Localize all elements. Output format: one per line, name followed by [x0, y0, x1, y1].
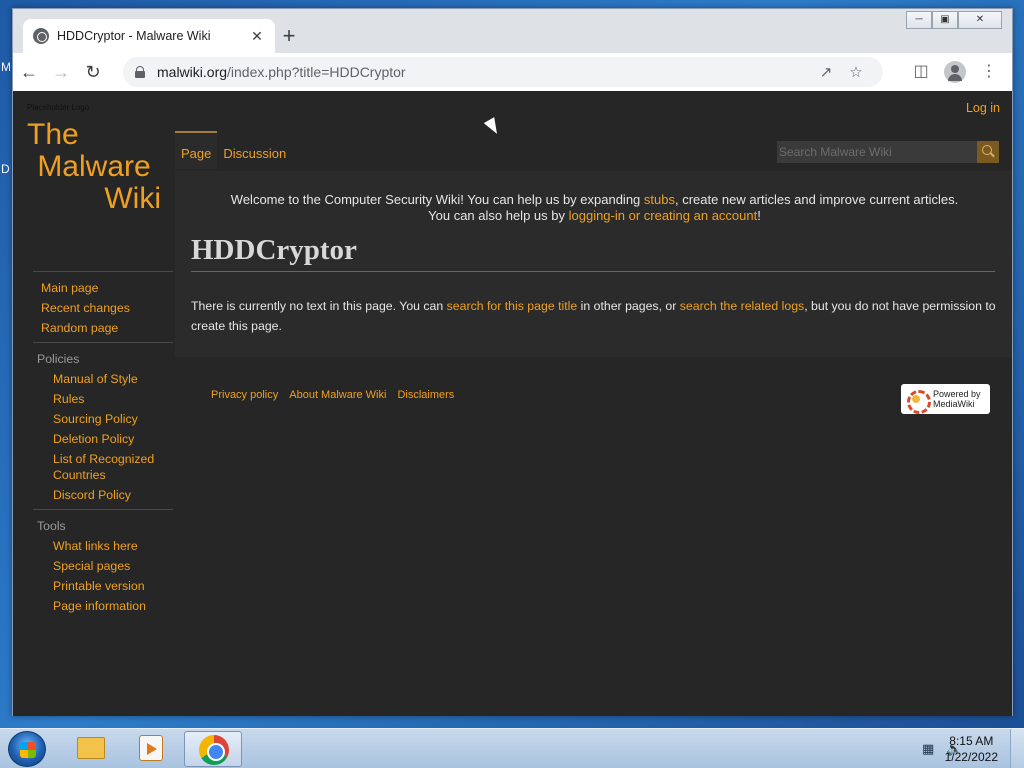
nav-divider: [33, 271, 173, 272]
forward-button[interactable]: →: [45, 56, 77, 88]
policies-heading: Policies: [37, 352, 80, 366]
sidebar-item-discord-policy[interactable]: Discord Policy: [33, 485, 173, 505]
minimize-button[interactable]: ─: [906, 11, 932, 29]
sidebar-item-recognized-countries[interactable]: List of Recognized Countries: [33, 449, 173, 485]
network-icon[interactable]: ▦: [922, 741, 938, 757]
search-icon[interactable]: [977, 141, 999, 163]
address-bar[interactable]: malwiki.org/index.php?title=HDDCryptor ↗…: [123, 57, 883, 87]
bookmark-star-icon[interactable]: ☆: [841, 63, 871, 81]
taskbar: ▦ 🔈 8:15 AM 1/22/2022: [0, 728, 1024, 768]
nav-divider: [33, 342, 173, 343]
wiki-logo[interactable]: Placeholder Logo The Malware Wiki: [13, 91, 175, 267]
footer-about[interactable]: About Malware Wiki: [289, 389, 386, 401]
search-input[interactable]: [777, 145, 977, 159]
mouse-pointer-icon: [483, 117, 503, 137]
lock-icon[interactable]: [135, 66, 145, 78]
tab-discussion[interactable]: Discussion: [217, 131, 292, 169]
sidebar-item-random-page[interactable]: Random page: [33, 318, 173, 338]
taskbar-media-player[interactable]: [122, 731, 180, 767]
tab-page[interactable]: Page: [175, 131, 218, 169]
sidebar-item-printable-version[interactable]: Printable version: [33, 576, 173, 596]
chrome-icon: [199, 735, 229, 765]
page-body-text: There is currently no text in this page.…: [191, 299, 996, 333]
globe-icon: [33, 28, 49, 44]
page-title: HDDCryptor: [191, 234, 995, 272]
toolbar-right: ◫ ⋮: [906, 57, 1004, 87]
browser-tab[interactable]: HDDCryptor - Malware Wiki ✕: [23, 19, 275, 53]
start-button[interactable]: [8, 731, 46, 767]
sidebar-item-special-pages[interactable]: Special pages: [33, 556, 173, 576]
sidebar-item-what-links-here[interactable]: What links here: [33, 536, 173, 556]
maximize-button[interactable]: ▣: [932, 11, 958, 29]
placeholder-logo-text: Placeholder Logo: [27, 103, 90, 112]
wiki-search: [777, 141, 999, 163]
footer-privacy-policy[interactable]: Privacy policy: [211, 389, 278, 401]
page-tabs: Page Discussion: [175, 131, 292, 169]
browser-window: HDDCryptor - Malware Wiki ✕ + ─ ▣ ✕ ← → …: [12, 8, 1013, 716]
tools-heading: Tools: [37, 519, 66, 533]
desktop-icon-label-m[interactable]: M: [1, 60, 11, 74]
search-related-logs-link[interactable]: search the related logs: [680, 299, 804, 313]
sidebar-item-deletion-policy[interactable]: Deletion Policy: [33, 429, 173, 449]
desktop-icon-label-d[interactable]: D: [1, 162, 10, 176]
page-viewport: Placeholder Logo The Malware Wiki Log in…: [13, 91, 1012, 716]
content-area: Welcome to the Computer Security Wiki! Y…: [175, 171, 1012, 357]
clock-date: 1/22/2022: [944, 750, 998, 764]
taskbar-explorer[interactable]: [62, 731, 120, 767]
tab-close-icon[interactable]: ✕: [249, 28, 265, 45]
sidebar-nav: Main page Recent changes Random page Pol…: [33, 267, 173, 616]
folder-icon: [77, 737, 105, 759]
url-text[interactable]: malwiki.org/index.php?title=HDDCryptor: [157, 64, 811, 80]
login-create-account-link[interactable]: logging-in or creating an account: [569, 208, 758, 223]
stubs-link[interactable]: stubs: [644, 192, 675, 207]
side-panel-icon[interactable]: ◫: [906, 57, 936, 87]
new-tab-button[interactable]: +: [275, 23, 303, 51]
powered-by-mediawiki-badge[interactable]: Powered by MediaWiki: [901, 384, 990, 414]
browser-titlebar: HDDCryptor - Malware Wiki ✕ + ─ ▣ ✕: [13, 9, 1012, 53]
sidebar-item-manual-of-style[interactable]: Manual of Style: [33, 369, 173, 389]
tab-title: HDDCryptor - Malware Wiki: [57, 29, 211, 43]
sidebar-item-main-page[interactable]: Main page: [33, 278, 173, 298]
back-button[interactable]: ←: [13, 56, 45, 88]
share-icon[interactable]: ↗: [811, 63, 841, 81]
sidebar-item-page-information[interactable]: Page information: [33, 596, 173, 616]
reload-button[interactable]: ↻: [77, 56, 109, 88]
footer-links: Privacy policy About Malware Wiki Discla…: [211, 389, 454, 401]
menu-kebab-icon[interactable]: ⋮: [974, 57, 1004, 87]
nav-divider: [33, 509, 173, 510]
show-desktop-button[interactable]: [1010, 729, 1024, 768]
sidebar-item-sourcing-policy[interactable]: Sourcing Policy: [33, 409, 173, 429]
close-window-button[interactable]: ✕: [958, 11, 1002, 29]
footer-disclaimers[interactable]: Disclaimers: [397, 389, 454, 401]
mediawiki-logo-icon: [905, 388, 931, 414]
browser-toolbar: ← → ↻ malwiki.org/index.php?title=HDDCry…: [13, 53, 1012, 91]
media-player-icon: [139, 735, 163, 761]
window-controls: ─ ▣ ✕: [906, 11, 1002, 29]
clock-time: 8:15 AM: [949, 734, 994, 748]
profile-avatar-icon[interactable]: [944, 61, 966, 83]
site-notice: Welcome to the Computer Security Wiki! Y…: [230, 192, 959, 223]
logo-wordmark[interactable]: The Malware Wiki: [27, 119, 161, 215]
search-page-title-link[interactable]: search for this page title: [447, 299, 578, 313]
taskbar-chrome[interactable]: [184, 731, 242, 767]
sidebar-item-rules[interactable]: Rules: [33, 389, 173, 409]
sidebar-item-recent-changes[interactable]: Recent changes: [33, 298, 173, 318]
system-clock[interactable]: 8:15 AM 1/22/2022: [945, 733, 998, 765]
login-link[interactable]: Log in: [966, 101, 1000, 115]
